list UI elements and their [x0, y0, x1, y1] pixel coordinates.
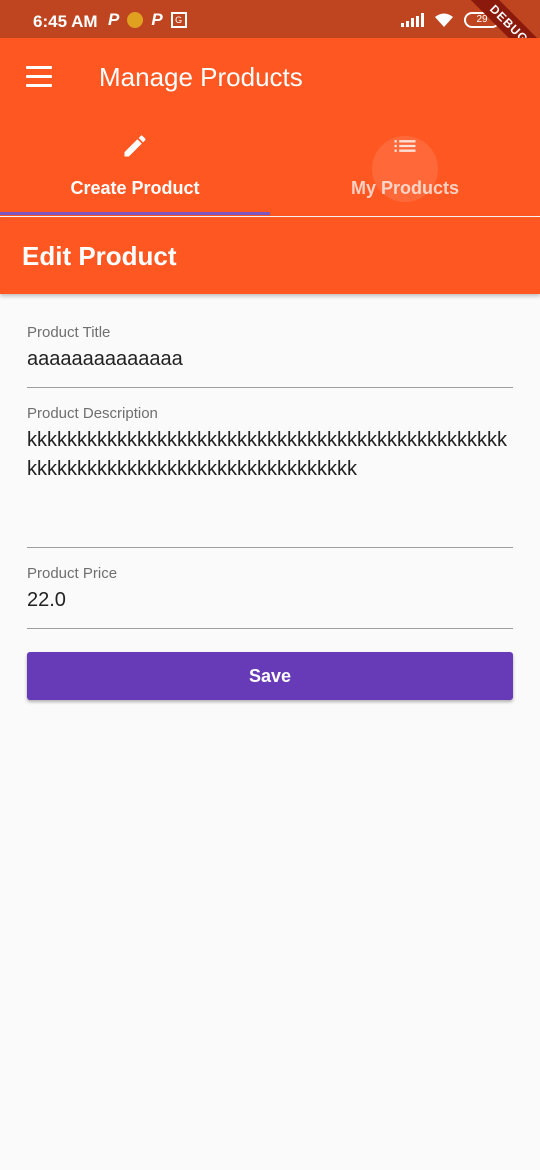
app-bar: Manage Products Create Product My Produc… [0, 38, 540, 216]
menu-icon[interactable] [26, 66, 52, 88]
app-title: Manage Products [99, 62, 303, 92]
wifi-icon [435, 13, 453, 27]
tab-label: My Products [350, 178, 460, 198]
edit-title: Edit Product [22, 241, 177, 271]
product-description-input[interactable]: kkkkkkkkkkkkkkkkkkkkkkkkkkkkkkkkkkkkkkkk… [27, 426, 513, 484]
product-title-label: Product Title [27, 324, 111, 341]
product-price-field[interactable]: Product Price 22.0 [27, 565, 513, 629]
save-button[interactable]: Save [27, 652, 513, 700]
field-underline [27, 387, 513, 388]
product-title-input[interactable]: aaaaaaaaaaaaaa [27, 345, 513, 374]
status-time: 6:45 AM [33, 12, 98, 31]
sun-icon [127, 12, 144, 28]
tab-my-products[interactable]: My Products [270, 118, 540, 216]
product-price-input[interactable]: 22.0 [27, 586, 513, 615]
field-underline [27, 547, 513, 548]
product-description-field[interactable]: Product Description kkkkkkkkkkkkkkkkkkkk… [27, 405, 513, 548]
tab-indicator [0, 212, 270, 215]
notification-icons: P P G [108, 10, 187, 30]
p-icon: P [108, 10, 120, 29]
product-title-field[interactable]: Product Title aaaaaaaaaaaaaa [27, 324, 513, 388]
product-price-label: Product Price [27, 565, 118, 582]
translate-icon: G [170, 12, 187, 28]
pencil-icon [124, 135, 146, 157]
tab-label: Create Product [70, 178, 200, 198]
p-icon: P [151, 10, 163, 29]
status-bar: 6:45 AM P P G 29 DEBUG [0, 0, 540, 70]
signal-icon [401, 13, 424, 27]
product-description-label: Product Description [27, 405, 158, 422]
edit-header: Edit Product [0, 217, 540, 294]
field-underline [27, 628, 513, 629]
list-icon [394, 140, 416, 152]
tab-create-product[interactable]: Create Product [0, 118, 270, 216]
